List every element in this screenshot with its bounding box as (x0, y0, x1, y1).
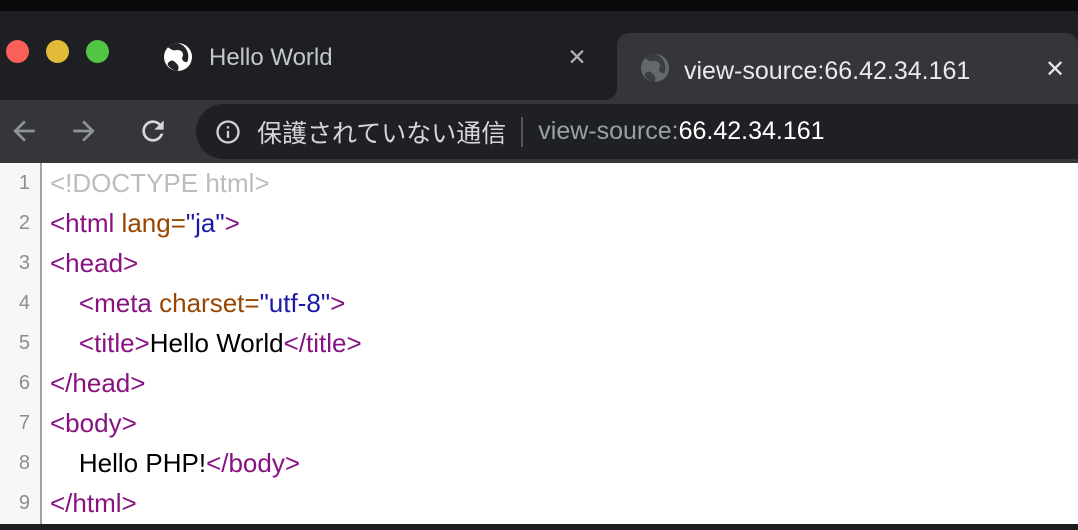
window-bottom-edge (0, 524, 1078, 530)
line-number: 2 (0, 203, 40, 243)
globe-favicon-icon (163, 42, 193, 77)
source-line: <head> (50, 243, 1078, 283)
close-window-button[interactable] (6, 40, 29, 63)
window-top-edge (0, 0, 1078, 11)
info-icon[interactable] (214, 118, 242, 146)
back-arrow-icon (8, 115, 40, 147)
security-status-label[interactable]: 保護されていない通信 (257, 114, 506, 150)
source-line: <html lang="ja"> (50, 203, 1078, 243)
close-tab-icon[interactable]: ✕ (561, 41, 593, 73)
minimize-window-button[interactable] (46, 40, 69, 63)
tab-title: Hello World (209, 42, 333, 72)
tab-view-source[interactable]: view-source:66.42.34.161 ✕ (617, 33, 1078, 100)
browser-toolbar: 保護されていない通信 view-source: 66.42.34.161 (0, 100, 1078, 163)
code-area: <!DOCTYPE html><html lang="ja"><head> <m… (42, 163, 1078, 524)
line-number: 6 (0, 363, 40, 403)
zoom-window-button[interactable] (86, 40, 109, 63)
forward-button[interactable] (65, 112, 103, 150)
reload-button[interactable] (134, 112, 172, 150)
source-line: <meta charset="utf-8"> (50, 283, 1078, 323)
back-button[interactable] (5, 112, 43, 150)
browser-window: Hello World ✕ view-source:66.42.34.161 ✕ (0, 0, 1078, 530)
line-number-gutter: 123456789 (0, 163, 42, 524)
source-line: <!DOCTYPE html> (50, 163, 1078, 203)
line-number: 9 (0, 483, 40, 523)
omnibox-separator (521, 117, 523, 147)
view-source-content: 123456789 <!DOCTYPE html><html lang="ja"… (0, 163, 1078, 524)
source-line: <title>Hello World</title> (50, 323, 1078, 363)
source-line: Hello PHP!</body> (50, 443, 1078, 483)
forward-arrow-icon (68, 115, 100, 147)
tab-title: view-source:66.42.34.161 (684, 55, 970, 87)
line-number: 4 (0, 283, 40, 323)
reload-icon (137, 115, 169, 147)
line-number: 5 (0, 323, 40, 363)
source-line: <body> (50, 403, 1078, 443)
url-host[interactable]: 66.42.34.161 (679, 117, 825, 146)
close-tab-icon[interactable]: ✕ (1038, 53, 1072, 87)
tab-strip: Hello World ✕ view-source:66.42.34.161 ✕ (0, 11, 1078, 100)
tab-hello-world[interactable]: Hello World ✕ (130, 22, 612, 100)
url-scheme[interactable]: view-source: (538, 117, 678, 146)
line-number: 8 (0, 443, 40, 483)
line-number: 3 (0, 243, 40, 283)
line-number: 1 (0, 163, 40, 203)
line-number: 7 (0, 403, 40, 443)
source-line: </html> (50, 483, 1078, 523)
source-line: </head> (50, 363, 1078, 403)
globe-favicon-icon-dimmed (640, 53, 670, 88)
address-bar[interactable]: 保護されていない通信 view-source: 66.42.34.161 (196, 104, 1078, 159)
